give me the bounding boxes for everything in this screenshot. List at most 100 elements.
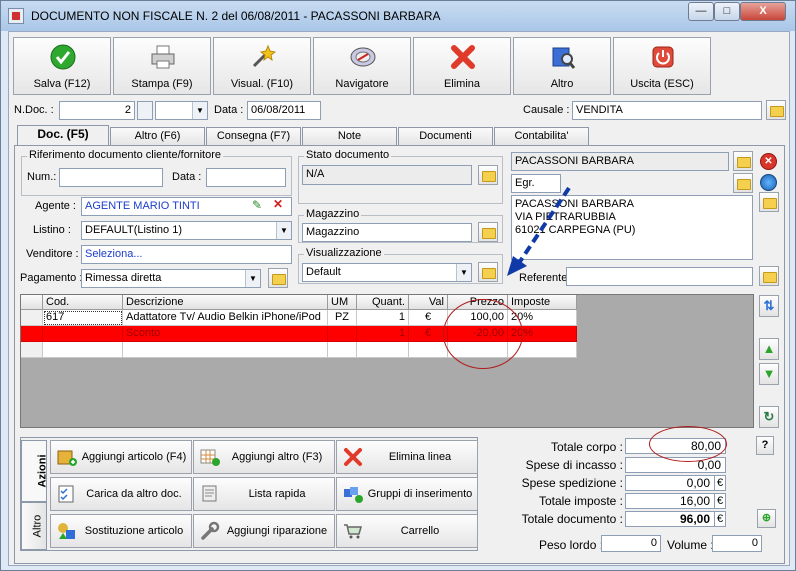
cliente-folder-button[interactable] xyxy=(733,151,753,171)
causale-folder-button[interactable] xyxy=(766,100,786,120)
maximize-button[interactable]: □ xyxy=(714,2,740,21)
referente-folder-button[interactable] xyxy=(759,266,779,286)
move-down-icon[interactable]: ▼ xyxy=(759,363,779,385)
tab-note[interactable]: Note xyxy=(302,127,397,146)
ndoc-series-dropdown[interactable]: ▼ xyxy=(155,101,208,120)
col-imposte[interactable]: Imposte xyxy=(508,295,577,310)
row-selector[interactable] xyxy=(21,342,43,358)
delete-x-icon xyxy=(344,448,362,466)
cart-button[interactable]: Carrello xyxy=(336,514,478,548)
cell-um[interactable]: PZ xyxy=(328,310,357,326)
cell-descrizione[interactable]: Sconto xyxy=(123,326,328,342)
num-field[interactable] xyxy=(59,168,163,187)
globe-icon[interactable] xyxy=(760,174,777,191)
cell-val[interactable] xyxy=(409,342,448,358)
visualizzazione-dropdown[interactable]: Default ▼ xyxy=(302,263,472,282)
cell-um[interactable] xyxy=(328,326,357,342)
magazzino-folder-button[interactable] xyxy=(478,222,498,242)
cell-descrizione[interactable] xyxy=(123,342,328,358)
load-from-doc-button[interactable]: Carica da altro doc. xyxy=(50,477,192,511)
visualizzazione-folder-button[interactable] xyxy=(478,262,498,282)
navigator-button[interactable]: Navigatore xyxy=(313,37,411,95)
move-up-icon[interactable]: ▲ xyxy=(759,338,779,360)
book-search-icon xyxy=(552,47,576,69)
totale-imposte-label: Totale imposte : xyxy=(538,494,623,508)
cart-label: Carrello xyxy=(400,525,440,537)
zoom-totals-icon[interactable]: ⊕ xyxy=(757,509,776,528)
spese-spedizione-field[interactable]: 0,00 xyxy=(625,475,715,491)
other-button[interactable]: Altro xyxy=(513,37,611,95)
row-selector[interactable] xyxy=(21,310,43,326)
pagamento-folder-button[interactable] xyxy=(268,268,288,288)
add-repair-button[interactable]: Aggiungi riparazione xyxy=(193,514,335,548)
quick-list-button[interactable]: Lista rapida xyxy=(193,477,335,511)
cliente-name-field[interactable]: PACASSONI BARBARA xyxy=(511,152,729,171)
col-cod[interactable]: Cod. xyxy=(43,295,123,310)
ndoc-suffix-button[interactable] xyxy=(137,101,153,120)
sort-updown-icon[interactable]: ⇅ xyxy=(759,295,779,317)
totale-imposte-field: 16,00 xyxy=(625,493,715,509)
cell-cod[interactable] xyxy=(43,342,123,358)
col-um[interactable]: UM xyxy=(328,295,357,310)
minimize-button[interactable]: — xyxy=(688,2,714,21)
delete-button[interactable]: Elimina xyxy=(413,37,511,95)
cell-um[interactable] xyxy=(328,342,357,358)
volume-field[interactable]: 0 xyxy=(712,535,762,552)
power-icon xyxy=(652,46,674,68)
insert-groups-button[interactable]: Gruppi di inserimento xyxy=(336,477,478,511)
delete-line-button[interactable]: Elimina linea xyxy=(336,440,478,474)
pencil-icon[interactable]: ✎ xyxy=(252,198,262,212)
annotation-arrow xyxy=(507,186,571,276)
cell-cod[interactable] xyxy=(43,326,123,342)
replace-article-button[interactable]: Sostituzione articolo xyxy=(50,514,192,548)
cell-cod[interactable]: 617 xyxy=(43,310,123,326)
tab-documenti[interactable]: Documenti xyxy=(398,127,493,146)
cell-quant[interactable]: 1 xyxy=(357,326,409,342)
causale-field[interactable]: VENDITA xyxy=(572,101,762,120)
tab-contabilita[interactable]: Contabilita' xyxy=(494,127,589,146)
add-other-button[interactable]: Aggiungi altro (F3) xyxy=(193,440,335,474)
ref-date-field[interactable] xyxy=(206,168,286,187)
magazzino-field[interactable]: Magazzino xyxy=(302,223,472,242)
tab-altro[interactable]: Altro (F6) xyxy=(110,127,205,146)
preview-button[interactable]: Visual. (F10) xyxy=(213,37,311,95)
stato-folder-button[interactable] xyxy=(478,165,498,185)
col-descrizione[interactable]: Descrizione xyxy=(123,295,328,310)
add-box-icon xyxy=(57,450,77,466)
peso-field[interactable]: 0 xyxy=(601,535,661,552)
grid-corner xyxy=(21,295,43,310)
referente-field[interactable] xyxy=(566,267,753,286)
pagamento-dropdown[interactable]: Rimessa diretta ▼ xyxy=(81,269,261,288)
row-selector[interactable] xyxy=(21,326,43,342)
ndoc-field[interactable]: 2 xyxy=(59,101,135,120)
close-button[interactable]: X xyxy=(740,2,786,21)
save-button[interactable]: Salva (F12) xyxy=(13,37,111,95)
remove-cliente-icon[interactable]: ✕ xyxy=(760,153,777,170)
col-quant[interactable]: Quant. xyxy=(357,295,409,310)
exit-button[interactable]: Uscita (ESC) xyxy=(613,37,711,95)
quick-list-label: Lista rapida xyxy=(248,488,306,500)
stato-field: N/A xyxy=(302,165,472,185)
cell-quant[interactable]: 1 xyxy=(357,310,409,326)
refresh-icon[interactable]: ↻ xyxy=(759,406,779,428)
clear-agent-icon[interactable]: ✕ xyxy=(273,197,283,211)
print-button[interactable]: Stampa (F9) xyxy=(113,37,211,95)
col-val[interactable]: Val xyxy=(409,295,448,310)
listino-value: DEFAULT(Listino 1) xyxy=(85,224,182,236)
help-button[interactable]: ? xyxy=(756,436,774,455)
tab-doc[interactable]: Doc. (F5) xyxy=(17,125,109,147)
venditore-field[interactable]: Seleziona... xyxy=(81,245,292,264)
cell-val[interactable]: € xyxy=(409,310,448,326)
items-grid[interactable]: Cod. Descrizione UM Quant. Val Prezzo Im… xyxy=(20,294,754,428)
address-folder-button[interactable] xyxy=(759,192,779,212)
listino-dropdown[interactable]: DEFAULT(Listino 1) ▼ xyxy=(81,221,292,240)
tab-azioni[interactable]: Azioni xyxy=(21,440,49,502)
tab-consegna[interactable]: Consegna (F7) xyxy=(206,127,301,146)
cell-quant[interactable] xyxy=(357,342,409,358)
cell-descrizione[interactable]: Adattatore Tv/ Audio Belkin iPhone/iPod xyxy=(123,310,328,326)
add-article-button[interactable]: Aggiungi articolo (F4) xyxy=(50,440,192,474)
tab-altro-actions[interactable]: Altro xyxy=(21,502,47,550)
date-field[interactable]: 06/08/2011 xyxy=(247,101,321,120)
address-book-button[interactable] xyxy=(733,173,753,193)
save-label: Salva (F12) xyxy=(33,78,91,90)
